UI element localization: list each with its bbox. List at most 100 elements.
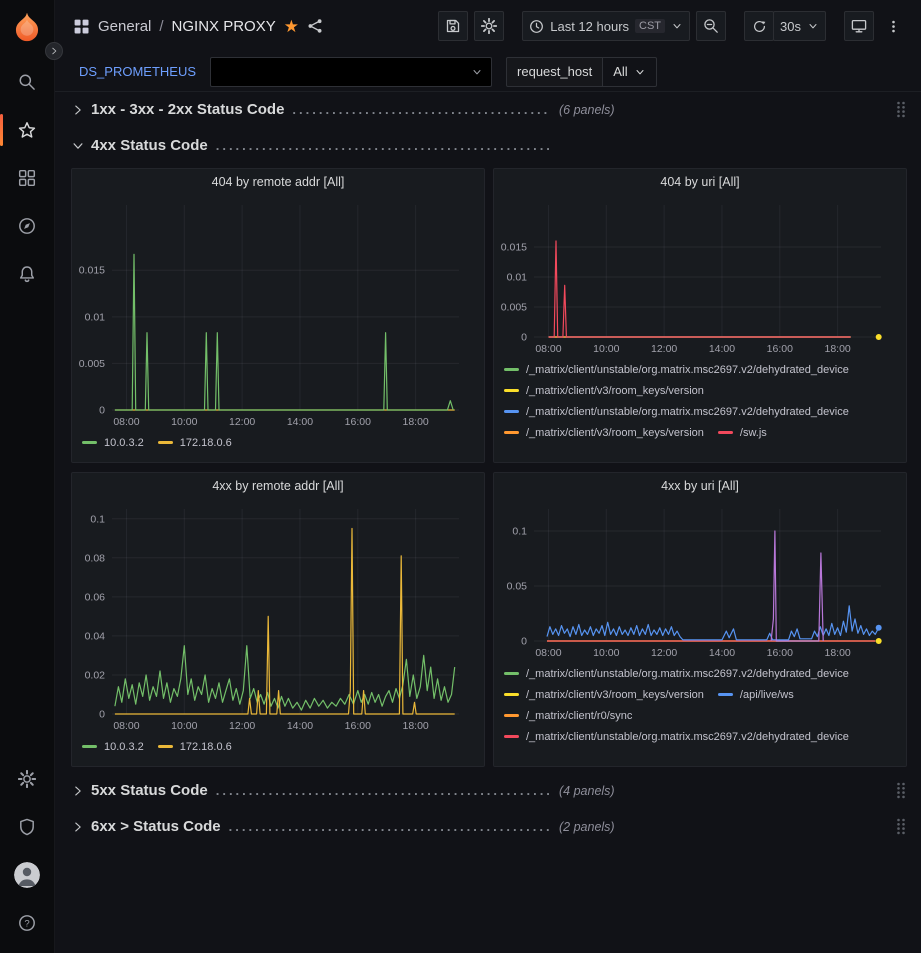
legend-item[interactable]: 10.0.3.2: [82, 736, 144, 757]
svg-text:14:00: 14:00: [709, 647, 735, 659]
svg-text:0.015: 0.015: [501, 242, 527, 254]
time-series-plot[interactable]: 08:0010:0012:0014:0016:0018:0000.050.1: [494, 499, 906, 661]
row-6xx-status-code[interactable]: 6xx > Status Code (2 panels): [71, 813, 907, 840]
sidebar-item-search[interactable]: [0, 58, 55, 106]
svg-text:12:00: 12:00: [651, 343, 677, 355]
legend-item[interactable]: 172.18.0.6: [158, 736, 232, 757]
save-icon: [445, 18, 461, 34]
svg-text:0.08: 0.08: [85, 552, 106, 564]
svg-text:0.005: 0.005: [501, 302, 527, 314]
sidebar-item-server-admin[interactable]: [0, 803, 55, 851]
row-drag-handle[interactable]: [895, 817, 907, 836]
gear-icon: [481, 18, 497, 34]
row-5xx-status-code[interactable]: 5xx Status Code (4 panels): [71, 777, 907, 804]
panel-legend: 10.0.3.2 172.18.0.6: [72, 430, 484, 462]
panel-title[interactable]: 4xx by uri [All]: [494, 473, 906, 499]
time-series-plot[interactable]: 08:0010:0012:0014:0016:0018:0000.0050.01…: [494, 195, 906, 357]
svg-text:0: 0: [99, 405, 105, 417]
legend-series-swatch: [158, 745, 173, 748]
shield-icon: [18, 818, 36, 836]
star-filled-icon[interactable]: ★: [284, 18, 299, 35]
sidebar-item-settings[interactable]: [0, 755, 55, 803]
compass-icon: [18, 217, 36, 235]
dashboards-grid-icon: [18, 169, 36, 187]
legend-item[interactable]: 172.18.0.6: [158, 432, 232, 453]
legend-series-swatch: [504, 735, 519, 738]
legend-item[interactable]: /_matrix/client/unstable/org.matrix.msc2…: [504, 401, 849, 422]
panel-title[interactable]: 4xx by remote addr [All]: [72, 473, 484, 499]
request-host-value-dropdown[interactable]: All: [603, 57, 656, 87]
legend-item[interactable]: /api/live/ws: [718, 684, 794, 705]
legend-item[interactable]: /_matrix/client/unstable/org.matrix.msc2…: [504, 663, 849, 684]
panel-404-by-uri: 404 by uri [All] 08:0010:0012:0014:0016:…: [493, 168, 907, 463]
svg-text:16:00: 16:00: [767, 343, 793, 355]
refresh-group: 30s: [744, 11, 826, 41]
svg-text:0: 0: [99, 709, 105, 721]
grafana-logo-icon[interactable]: [10, 10, 44, 44]
svg-text:12:00: 12:00: [229, 720, 255, 732]
row-drag-handle[interactable]: [895, 781, 907, 800]
legend-item[interactable]: /_matrix/client/unstable/org.matrix.msc2…: [504, 726, 849, 747]
kebab-icon: [886, 19, 901, 34]
time-range-picker[interactable]: Last 12 hours CST: [522, 11, 690, 41]
dashboard-settings-button[interactable]: [474, 11, 504, 41]
panel-title[interactable]: 404 by uri [All]: [494, 169, 906, 195]
row-dotted-leader: [292, 102, 551, 117]
refresh-button[interactable]: [744, 11, 774, 41]
legend-item[interactable]: /_matrix/client/unstable/org.matrix.msc2…: [504, 359, 849, 380]
datasource-select[interactable]: [210, 57, 492, 87]
svg-text:?: ?: [24, 918, 29, 929]
sidebar-item-alerting[interactable]: [0, 250, 55, 298]
svg-text:16:00: 16:00: [345, 720, 371, 732]
time-range-label: Last 12 hours: [550, 19, 629, 34]
svg-text:12:00: 12:00: [651, 647, 677, 659]
svg-text:10:00: 10:00: [593, 343, 619, 355]
datasource-variable-label[interactable]: DS_PROMETHEUS: [79, 64, 196, 79]
sidebar-item-starred[interactable]: [0, 106, 55, 154]
grafana-app: ? General / NGINX PROXY ★: [0, 0, 921, 953]
search-icon: [18, 73, 36, 91]
sidebar-item-dashboards[interactable]: [0, 154, 55, 202]
legend-item[interactable]: /_matrix/client/r0/sync: [504, 705, 632, 726]
time-series-plot[interactable]: 08:0010:0012:0014:0016:0018:0000.020.040…: [72, 499, 484, 734]
tv-mode-button[interactable]: [844, 11, 874, 41]
chevron-down-icon: [634, 66, 646, 78]
svg-text:18:00: 18:00: [402, 416, 428, 428]
row-4xx-status-code[interactable]: 4xx Status Code: [71, 132, 907, 159]
legend-series-swatch: [504, 431, 519, 434]
kebab-menu-button[interactable]: [880, 11, 907, 41]
legend-series-swatch: [504, 714, 519, 717]
share-icon[interactable]: [307, 18, 323, 34]
svg-text:0.01: 0.01: [85, 311, 106, 323]
legend-series-swatch: [82, 441, 97, 444]
legend-item[interactable]: /_matrix/client/v3/room_keys/version: [504, 422, 704, 443]
zoom-out-button[interactable]: [696, 11, 726, 41]
breadcrumb-section[interactable]: General: [98, 18, 151, 35]
request-host-label[interactable]: request_host: [506, 57, 603, 87]
panel-4xx-by-remote-addr: 4xx by remote addr [All] 08:0010:0012:00…: [71, 472, 485, 767]
dashboard-title[interactable]: NGINX PROXY: [172, 18, 276, 35]
row-drag-handle[interactable]: [895, 100, 907, 119]
sidebar-item-profile[interactable]: [0, 851, 55, 899]
legend-item[interactable]: /_matrix/client/v3/room_keys/version: [504, 684, 704, 705]
svg-text:0.01: 0.01: [507, 272, 528, 284]
time-series-plot[interactable]: 08:0010:0012:0014:0016:0018:0000.0050.01…: [72, 195, 484, 430]
refresh-interval-dropdown[interactable]: 30s: [773, 11, 826, 41]
legend-item[interactable]: /sw.js: [718, 422, 767, 443]
svg-text:0.06: 0.06: [85, 591, 106, 603]
legend-item[interactable]: 10.0.3.2: [82, 432, 144, 453]
request-host-value: All: [613, 64, 627, 79]
sidebar-item-explore[interactable]: [0, 202, 55, 250]
save-dashboard-button[interactable]: [438, 11, 468, 41]
legend-item[interactable]: /_matrix/client/v3/room_keys/version: [504, 380, 704, 401]
sidebar-expand-button[interactable]: [45, 42, 63, 60]
sidebar: ?: [0, 0, 55, 953]
timezone-badge: CST: [635, 19, 665, 33]
sidebar-item-help[interactable]: ?: [0, 899, 55, 947]
row-1xx-3xx-2xx-status-code[interactable]: 1xx - 3xx - 2xx Status Code (6 panels): [71, 96, 907, 123]
legend-series-swatch: [82, 745, 97, 748]
panel-title[interactable]: 404 by remote addr [All]: [72, 169, 484, 195]
gear-icon: [18, 770, 36, 788]
chevron-right-icon: [71, 784, 91, 798]
breadcrumb-separator: /: [159, 18, 163, 35]
